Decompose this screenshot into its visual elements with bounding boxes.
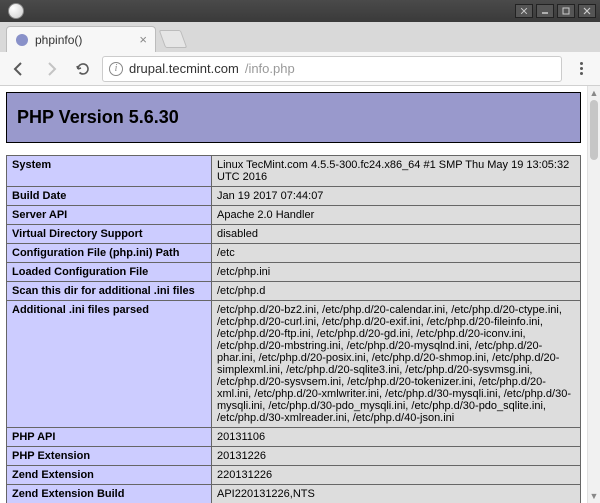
close-window-button[interactable] [578, 4, 596, 18]
site-info-icon[interactable]: i [109, 62, 123, 76]
info-value: API220131226,NTS [212, 485, 581, 503]
info-key: System [7, 156, 212, 187]
table-row: Zend Extension BuildAPI220131226,NTS [7, 485, 581, 503]
browser-tab[interactable]: phpinfo() × [6, 26, 156, 52]
browser-toolbar: i drupal.tecmint.com/info.php [0, 52, 600, 86]
info-value: Apache 2.0 Handler [212, 206, 581, 225]
info-key: Additional .ini files parsed [7, 301, 212, 428]
info-key: Zend Extension [7, 466, 212, 485]
table-row: Loaded Configuration File/etc/php.ini [7, 263, 581, 282]
info-value: Linux TecMint.com 4.5.5-300.fc24.x86_64 … [212, 156, 581, 187]
info-key: Build Date [7, 187, 212, 206]
info-value: /etc/php.d/20-bz2.ini, /etc/php.d/20-cal… [212, 301, 581, 428]
info-key: Zend Extension Build [7, 485, 212, 503]
tab-strip: phpinfo() × [0, 22, 600, 52]
info-key: Server API [7, 206, 212, 225]
table-row: Build DateJan 19 2017 07:44:07 [7, 187, 581, 206]
table-row: Zend Extension220131226 [7, 466, 581, 485]
browser-menu-button[interactable] [568, 56, 594, 82]
info-value: /etc/php.d [212, 282, 581, 301]
forward-button[interactable] [38, 56, 64, 82]
address-bar[interactable]: i drupal.tecmint.com/info.php [102, 56, 562, 82]
page-title: PHP Version 5.6.30 [17, 107, 570, 128]
back-button[interactable] [6, 56, 32, 82]
scroll-up-arrow-icon[interactable]: ▲ [588, 86, 600, 100]
info-value: 20131226 [212, 447, 581, 466]
info-value: Jan 19 2017 07:44:07 [212, 187, 581, 206]
table-row: Configuration File (php.ini) Path/etc [7, 244, 581, 263]
php-version-header: PHP Version 5.6.30 [6, 92, 581, 143]
favicon-icon [15, 33, 29, 47]
close-tab-icon[interactable]: × [139, 32, 147, 47]
info-key: Configuration File (php.ini) Path [7, 244, 212, 263]
phpinfo-page: PHP Version 5.6.30 SystemLinux TecMint.c… [0, 86, 587, 503]
info-key: PHP API [7, 428, 212, 447]
info-key: Scan this dir for additional .ini files [7, 282, 212, 301]
info-value: disabled [212, 225, 581, 244]
phpinfo-table: SystemLinux TecMint.com 4.5.5-300.fc24.x… [6, 155, 581, 503]
scroll-down-arrow-icon[interactable]: ▼ [588, 489, 600, 503]
table-row: Additional .ini files parsed/etc/php.d/2… [7, 301, 581, 428]
info-key: Virtual Directory Support [7, 225, 212, 244]
info-value: 20131106 [212, 428, 581, 447]
info-key: Loaded Configuration File [7, 263, 212, 282]
table-row: SystemLinux TecMint.com 4.5.5-300.fc24.x… [7, 156, 581, 187]
table-row: Server APIApache 2.0 Handler [7, 206, 581, 225]
app-icon [8, 3, 24, 19]
new-tab-button[interactable] [159, 30, 188, 48]
info-value: 220131226 [212, 466, 581, 485]
tab-title: phpinfo() [35, 33, 133, 47]
info-value: /etc/php.ini [212, 263, 581, 282]
table-row: Virtual Directory Supportdisabled [7, 225, 581, 244]
page-viewport: PHP Version 5.6.30 SystemLinux TecMint.c… [0, 86, 600, 503]
url-path: /info.php [245, 61, 295, 76]
table-row: PHP API20131106 [7, 428, 581, 447]
scroll-track[interactable] [588, 100, 600, 489]
window-menu-button[interactable] [515, 4, 533, 18]
info-value: /etc [212, 244, 581, 263]
table-row: PHP Extension20131226 [7, 447, 581, 466]
scroll-thumb[interactable] [590, 100, 598, 160]
reload-button[interactable] [70, 56, 96, 82]
url-host: drupal.tecmint.com [129, 61, 239, 76]
minimize-button[interactable] [536, 4, 554, 18]
table-row: Scan this dir for additional .ini files/… [7, 282, 581, 301]
info-key: PHP Extension [7, 447, 212, 466]
vertical-scrollbar[interactable]: ▲ ▼ [587, 86, 600, 503]
maximize-button[interactable] [557, 4, 575, 18]
window-titlebar [0, 0, 600, 22]
